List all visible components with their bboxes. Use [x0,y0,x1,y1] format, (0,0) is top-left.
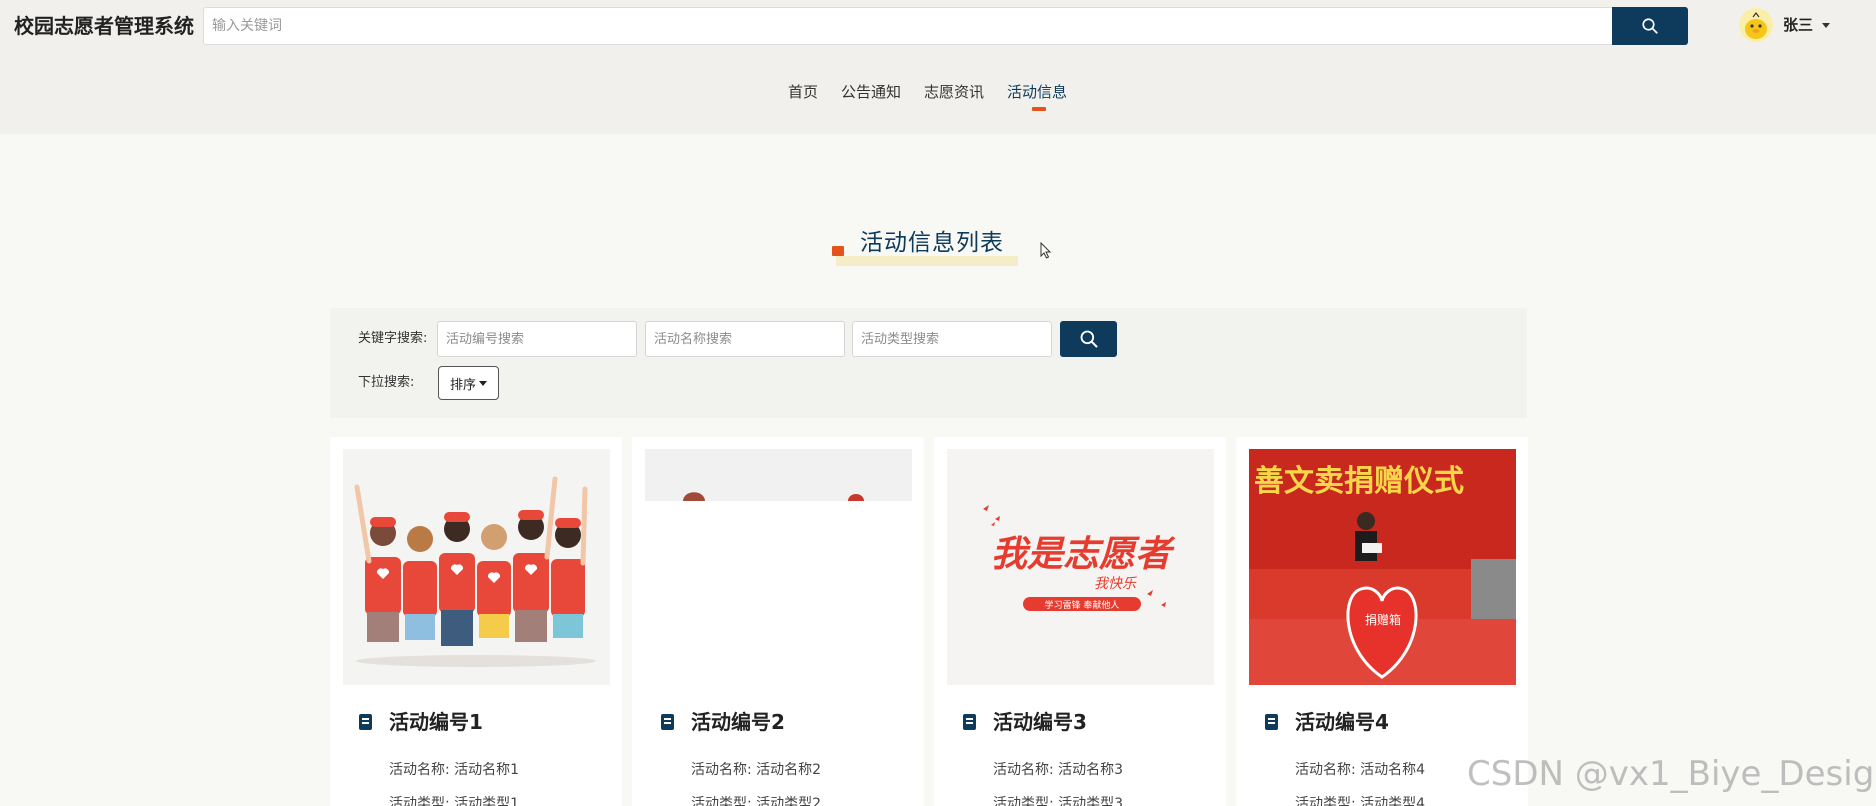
activity-type-line: 活动类型: 活动类型2 [691,796,822,806]
activity-number-search-input[interactable] [437,321,637,357]
activity-title[interactable]: 活动编号3 [993,707,1087,737]
activity-card[interactable]: 善文卖捐赠仪式 捐赠箱 活动编号4 活动名称: 活动名称4 活动类型: 活动类型… [1236,437,1528,806]
volunteers-illustration [343,449,610,685]
filter-search-button[interactable] [1060,321,1117,357]
activity-card[interactable]: 活动编号1 活动名称: 活动名称1 活动类型: 活动类型1 [330,437,622,806]
search-icon [1642,18,1658,34]
section-title: 活动信息列表 [860,230,1004,256]
user-name[interactable]: 张三 [1783,14,1813,36]
nav-item-home[interactable]: 首页 [788,80,818,104]
nav-item-news[interactable]: 志愿资讯 [924,80,984,104]
global-search-input[interactable] [204,8,1611,44]
svg-text:我是志愿者: 我是志愿者 [991,534,1176,575]
section-heading: 活动信息列表 [832,226,1022,268]
activity-name-search-input[interactable] [645,321,845,357]
activity-image-volunteers[interactable] [343,449,610,685]
activity-card[interactable]: 我是志愿者 我快乐 学习雷锋 奉献他人 活动编号3 活动名称: 活动名称3 活动… [934,437,1226,806]
activity-image-slogan[interactable]: 我是志愿者 我快乐 学习雷锋 奉献他人 [947,449,1214,685]
activity-name-line: 活动名称: 活动名称3 [993,762,1124,778]
nav-item-notices[interactable]: 公告通知 [841,80,901,104]
site-brand: 校园志愿者管理系统 [14,14,194,38]
global-search-bar [203,7,1688,45]
top-header: 校园志愿者管理系统 张三 首页 公告通知 志愿资讯 活动信息 [0,0,1876,134]
global-search-button[interactable] [1612,7,1688,45]
user-menu-caret-icon[interactable] [1822,23,1830,28]
csdn-watermark: CSDN @vx1_Biye_Design [1467,754,1876,794]
svg-text:善文卖捐赠仪式: 善文卖捐赠仪式 [1254,464,1464,499]
section-flag-icon [832,246,844,256]
chevron-down-icon [479,380,487,386]
document-icon [661,714,674,730]
avatar-duck-icon [1739,8,1773,42]
svg-text:捐赠箱: 捐赠箱 [1365,612,1401,627]
activity-name-line: 活动名称: 活动名称4 [1295,762,1426,778]
volunteer-slogan-graphic: 我是志愿者 我快乐 学习雷锋 奉献他人 [947,449,1214,685]
activity-image-loading[interactable] [645,449,912,685]
nav-item-activities[interactable]: 活动信息 [1007,80,1067,104]
donation-ceremony-photo: 善文卖捐赠仪式 捐赠箱 [1249,449,1516,685]
user-avatar[interactable] [1739,8,1773,42]
activity-image-donation-ceremony[interactable]: 善文卖捐赠仪式 捐赠箱 [1249,449,1516,685]
activity-title[interactable]: 活动编号1 [389,707,483,737]
activity-type-line: 活动类型: 活动类型3 [993,796,1124,806]
sort-dropdown-button[interactable]: 排序 [438,366,499,400]
document-icon [963,714,976,730]
svg-text:学习雷锋 奉献他人: 学习雷锋 奉献他人 [1045,599,1120,611]
activity-type-line: 活动类型: 活动类型4 [1295,796,1426,806]
filter-panel: 关键字搜索: 下拉搜索: 排序 [330,308,1527,418]
document-icon [359,714,372,730]
activity-type-line: 活动类型: 活动类型1 [389,796,520,806]
activity-title[interactable]: 活动编号4 [1295,707,1389,737]
activity-name-line: 活动名称: 活动名称2 [691,762,822,778]
sort-label: 排序 [449,377,476,393]
activity-card[interactable]: 活动编号2 活动名称: 活动名称2 活动类型: 活动类型2 [632,437,924,806]
activity-name-line: 活动名称: 活动名称1 [389,762,520,778]
partial-image-placeholder [645,449,912,685]
activity-title[interactable]: 活动编号2 [691,707,785,737]
document-icon [1265,714,1278,730]
keyword-search-label: 关键字搜索: [358,331,428,346]
nav-active-indicator [1032,107,1046,111]
search-icon [1080,330,1097,348]
svg-text:我快乐: 我快乐 [1094,576,1137,592]
dropdown-search-label: 下拉搜索: [358,375,415,390]
activity-type-search-input[interactable] [852,321,1052,357]
mouse-cursor-icon [1040,242,1052,259]
main-nav: 首页 公告通知 志愿资讯 活动信息 [0,80,1876,110]
